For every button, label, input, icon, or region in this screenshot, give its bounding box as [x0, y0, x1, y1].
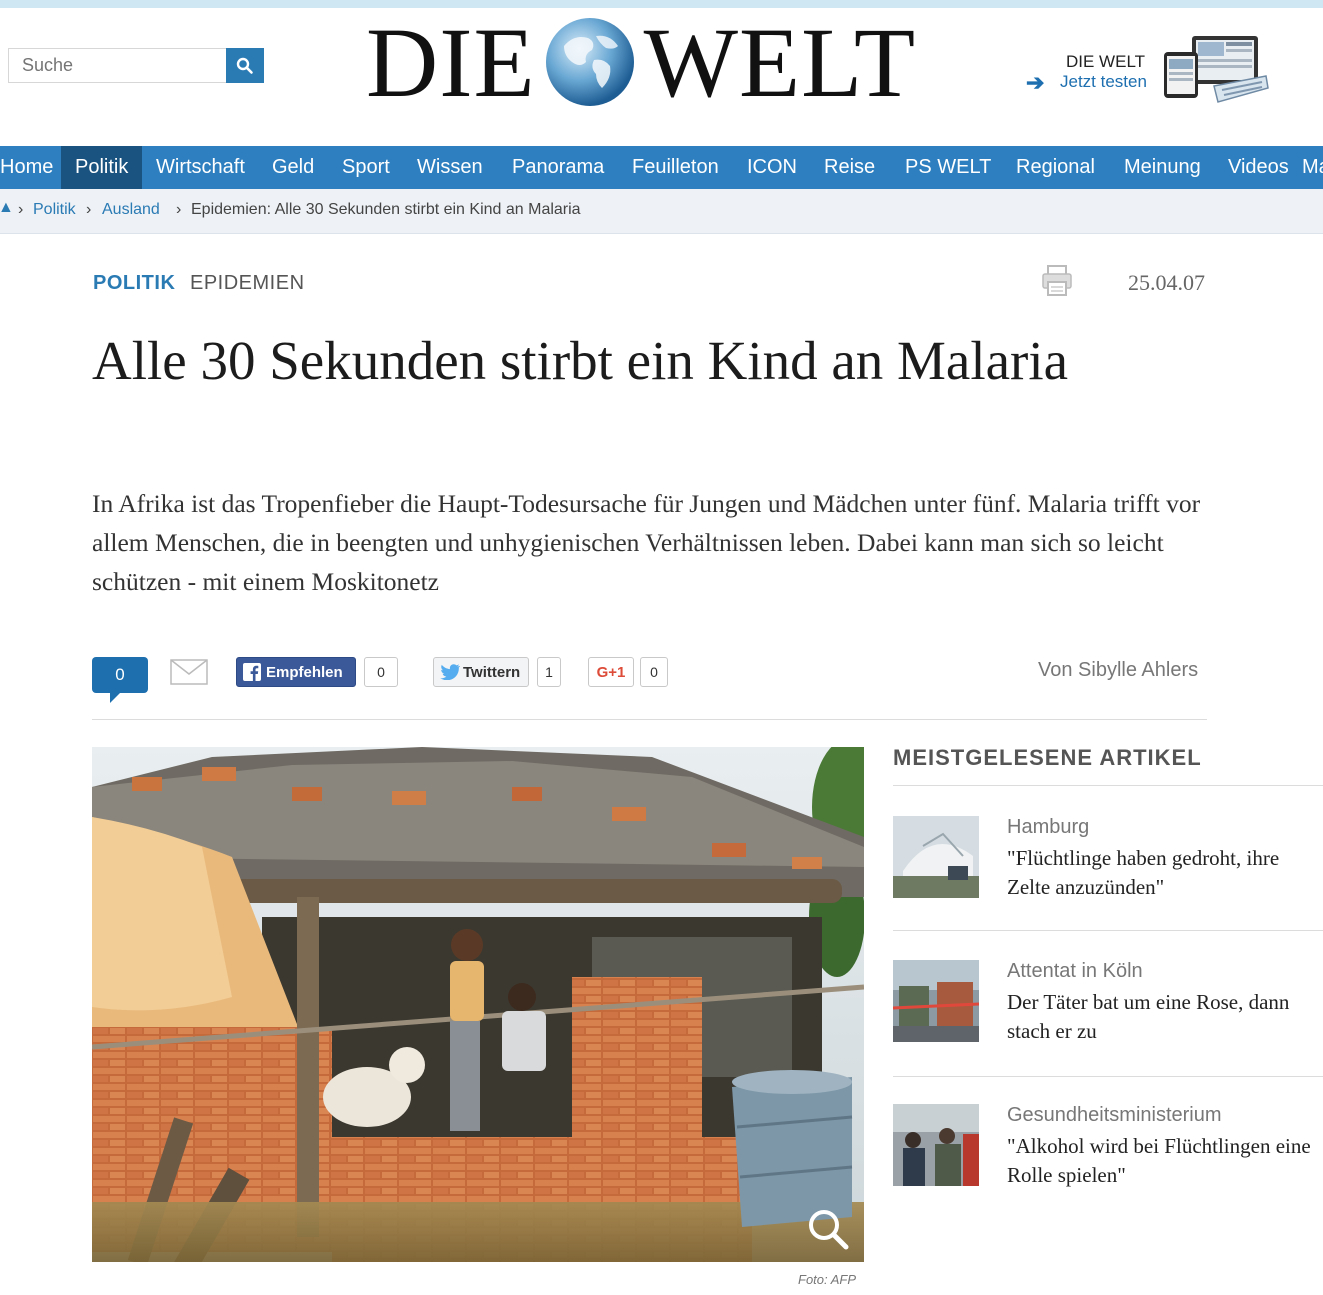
logo-text-left: DIE [366, 6, 536, 118]
facebook-share-label: Empfehlen [266, 663, 343, 681]
nav-item-regional[interactable]: Regional [1016, 146, 1095, 189]
most-read-headline[interactable]: Der Täter bat um eine Rose, dann stach e… [1007, 988, 1323, 1046]
nav-item-geld[interactable]: Geld [272, 146, 314, 189]
nav-item-icon[interactable]: ICON [747, 146, 797, 189]
search-icon [236, 57, 253, 74]
subscription-promo[interactable]: ➔ DIE WELT Jetzt testen [1026, 36, 1276, 108]
breadcrumb: ▲ › Politik › Ausland › Epidemien: Alle … [0, 189, 1323, 234]
nav-item-sport[interactable]: Sport [342, 146, 390, 189]
article-headline: Alle 30 Sekunden stirbt ein Kind an Mala… [92, 330, 1069, 391]
nav-item-feuilleton[interactable]: Feuilleton [632, 146, 719, 189]
main-navigation: Home Politik Wirtschaft Geld Sport Wisse… [0, 146, 1323, 189]
article-thumbnail[interactable] [893, 1104, 979, 1186]
most-read-headline[interactable]: "Alkohol wird bei Flüchtlingen eine Roll… [1007, 1132, 1323, 1190]
most-read-kicker: Hamburg [1007, 816, 1090, 838]
most-read-item[interactable]: Attentat in Köln Der Täter bat um eine R… [893, 960, 1323, 1070]
article-byline: Von Sibylle Ahlers [1038, 659, 1199, 681]
facebook-share-count: 0 [364, 657, 398, 687]
google-plus-button[interactable]: G+1 [588, 657, 634, 687]
facebook-icon [243, 663, 261, 681]
nav-item-home[interactable]: Home [0, 146, 53, 189]
site-logo[interactable]: DIE WELT [366, 7, 941, 118]
google-plus-count: 0 [640, 657, 668, 687]
article-photo[interactable] [92, 747, 864, 1262]
devices-icon [1164, 36, 1269, 103]
nav-item-reise[interactable]: Reise [824, 146, 875, 189]
most-read-item[interactable]: Gesundheitsministerium "Alkohol wird bei… [893, 1104, 1323, 1214]
article-thumbnail[interactable] [893, 816, 979, 898]
twitter-share-count: 1 [537, 657, 561, 687]
globe-icon [545, 18, 634, 106]
google-plus-label: G+1 [596, 663, 626, 681]
sidebar-divider [893, 930, 1323, 931]
breadcrumb-current: Epidemien: Alle 30 Sekunden stirbt ein K… [191, 201, 581, 218]
breadcrumb-separator: › [18, 201, 24, 218]
search-button[interactable] [226, 48, 264, 83]
article-date: 25.04.07 [1128, 270, 1205, 295]
print-icon[interactable] [1040, 264, 1074, 298]
nav-item-wirtschaft[interactable]: Wirtschaft [156, 146, 245, 189]
breadcrumb-separator: › [176, 201, 182, 218]
arrow-right-icon: ➔ [1026, 70, 1045, 95]
breadcrumb-separator: › [86, 201, 92, 218]
nav-item-politik[interactable]: Politik [61, 146, 143, 189]
facebook-share-button[interactable]: Empfehlen [236, 657, 356, 687]
most-read-headline[interactable]: "Flüchtlinge haben gedroht, ihre Zelte a… [1007, 844, 1323, 902]
promo-link[interactable]: Jetzt testen [1060, 72, 1147, 92]
most-read-title: MEISTGELESENE ARTIKEL [893, 745, 1202, 770]
zoom-icon[interactable] [806, 1207, 850, 1251]
article-topic: EPIDEMIEN [190, 272, 305, 294]
twitter-icon [440, 664, 460, 680]
sidebar-divider [893, 1076, 1323, 1077]
sidebar-divider [893, 785, 1323, 786]
comment-count: 0 [115, 665, 125, 684]
divider [92, 719, 1207, 720]
logo-text-right: WELT [643, 6, 917, 118]
mail-icon[interactable] [170, 659, 208, 685]
search-input[interactable] [8, 48, 226, 83]
article-thumbnail[interactable] [893, 960, 979, 1042]
nav-item-panorama[interactable]: Panorama [512, 146, 604, 189]
search-form [8, 48, 264, 83]
promo-title: DIE WELT [1066, 52, 1146, 71]
nav-item-wissen[interactable]: Wissen [417, 146, 483, 189]
comment-count-button[interactable]: 0 [92, 657, 148, 703]
breadcrumb-politik[interactable]: Politik [33, 201, 76, 219]
article-lead: In Afrika ist das Tropenfieber die Haupt… [92, 489, 1201, 596]
nav-item-meinung[interactable]: Meinung [1124, 146, 1201, 189]
photo-credit: Foto: AFP [798, 1272, 857, 1287]
twitter-share-label: Twittern [463, 663, 521, 681]
most-read-item[interactable]: Hamburg "Flüchtlinge haben gedroht, ihre… [893, 816, 1323, 926]
twitter-share-button[interactable]: Twittern [433, 657, 529, 687]
most-read-kicker: Gesundheitsministerium [1007, 1104, 1222, 1126]
article-category[interactable]: POLITIK [93, 272, 175, 295]
breadcrumb-ausland[interactable]: Ausland [102, 201, 160, 219]
home-icon[interactable]: ▲ [0, 199, 14, 217]
nav-item-more[interactable]: Ma [1302, 146, 1323, 189]
nav-item-videos[interactable]: Videos [1228, 146, 1289, 189]
most-read-kicker: Attentat in Köln [1007, 960, 1143, 982]
nav-item-ps-welt[interactable]: PS WELT [905, 146, 991, 189]
flooded-hut-photo [92, 747, 864, 1262]
